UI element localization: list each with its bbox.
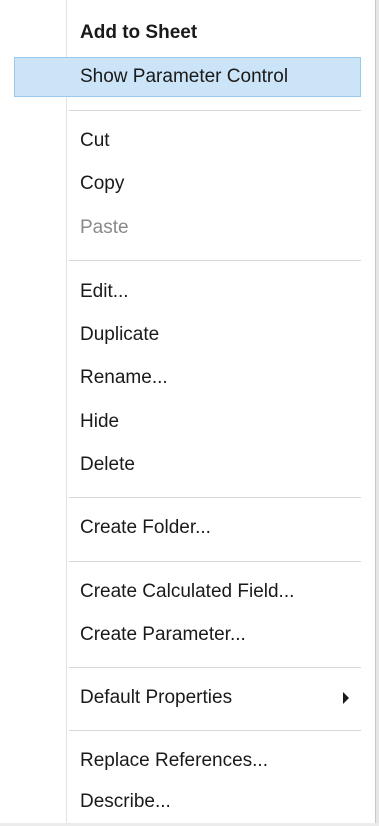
menu-item-copy[interactable]: Copy — [14, 164, 361, 204]
menu-separator — [69, 110, 361, 111]
menu-item-paste: Paste — [80, 217, 129, 238]
menu-item-describe[interactable]: Describe... — [14, 782, 361, 822]
chevron-right-icon — [343, 692, 349, 704]
menu-separator — [69, 260, 361, 261]
menu-item-edit[interactable]: Edit... — [14, 272, 361, 312]
menu-separator — [69, 730, 361, 731]
menu-item-cut[interactable]: Cut — [14, 121, 361, 161]
menu-item-duplicate[interactable]: Duplicate — [14, 315, 361, 355]
menu-separator — [69, 667, 361, 668]
menu-separator — [69, 561, 361, 562]
menu-separator — [69, 497, 361, 498]
menu-item-add-to-sheet[interactable]: Add to Sheet — [14, 13, 361, 53]
context-menu: Add to Sheet Show Parameter Control Cut … — [0, 0, 379, 826]
menu-item-create-calculated-field[interactable]: Create Calculated Field... — [14, 572, 361, 612]
menu-item-create-folder[interactable]: Create Folder... — [14, 508, 361, 548]
menu-item-create-parameter[interactable]: Create Parameter... — [14, 615, 361, 655]
menu-item-show-parameter-control[interactable]: Show Parameter Control — [14, 57, 361, 97]
menu-item-default-properties-label: Default Properties — [80, 687, 233, 708]
menu-item-rename[interactable]: Rename... — [14, 358, 361, 398]
menu-item-delete[interactable]: Delete — [14, 445, 361, 485]
menu-shadow-right — [375, 0, 379, 826]
menu-item-default-properties[interactable]: Default Properties — [14, 678, 361, 718]
menu-item-hide[interactable]: Hide — [14, 402, 361, 442]
menu-item-replace-references[interactable]: Replace References... — [14, 741, 361, 781]
